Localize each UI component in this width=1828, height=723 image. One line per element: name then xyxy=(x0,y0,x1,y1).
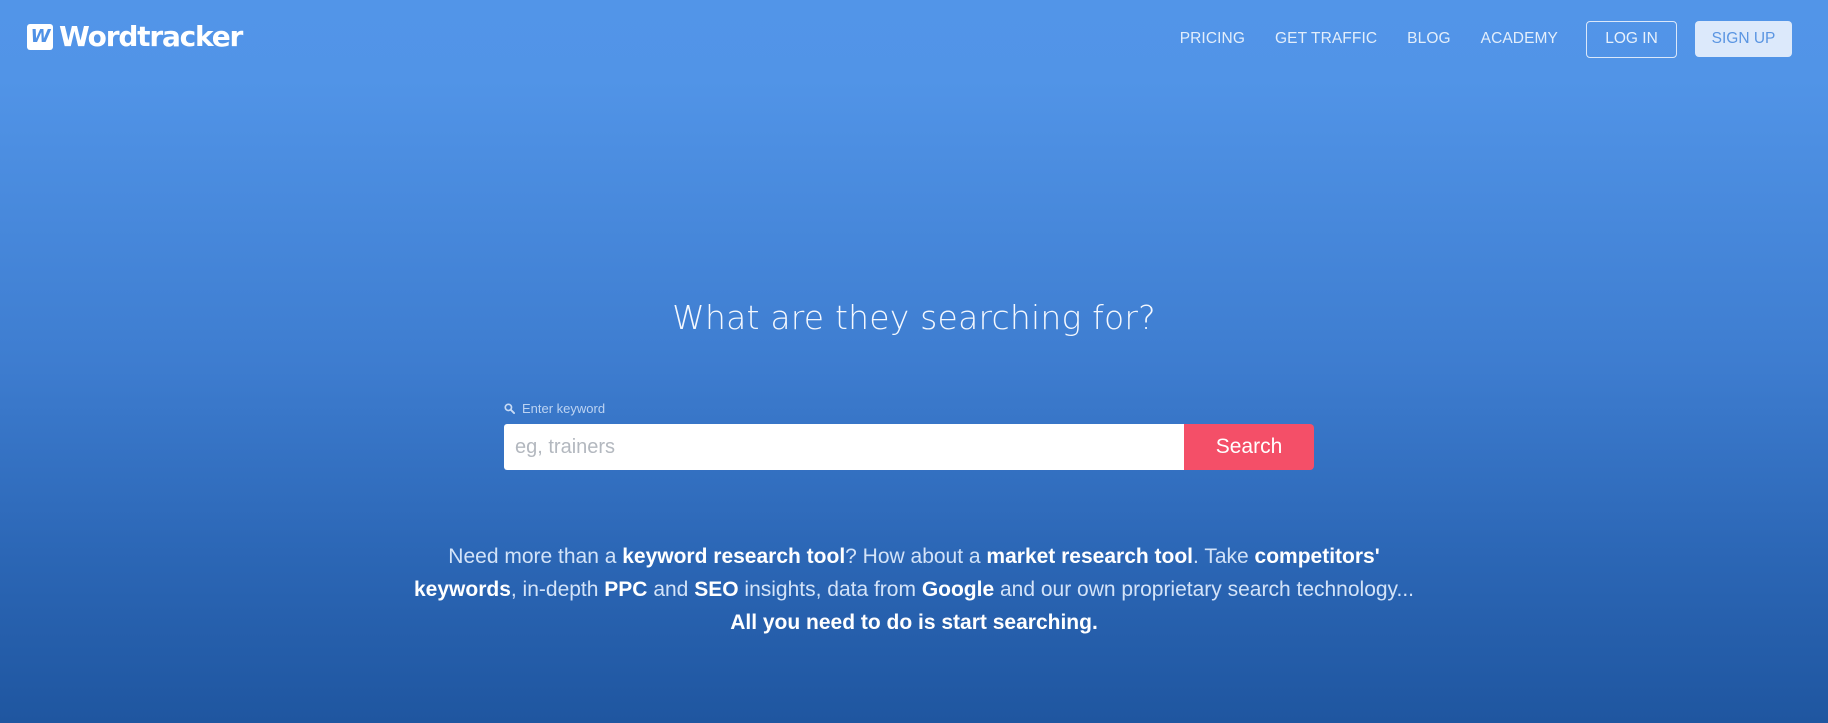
nav-pricing[interactable]: PRICING xyxy=(1180,20,1245,58)
search-label: Enter keyword xyxy=(504,401,605,416)
blurb-text: ? How about a xyxy=(845,545,987,568)
search-button[interactable]: Search xyxy=(1184,424,1314,470)
logo-letter: W xyxy=(30,26,51,47)
nav-blog[interactable]: BLOG xyxy=(1407,20,1450,58)
blurb-text: and xyxy=(647,578,695,601)
search-icon xyxy=(504,403,515,414)
main-nav: PRICING GET TRAFFIC BLOG ACADEMY LOG IN … xyxy=(1180,20,1792,58)
wordtracker-logo-icon: W xyxy=(27,24,53,50)
blurb-text: Need more than a xyxy=(448,545,623,568)
hero-blurb: Need more than a keyword research tool? … xyxy=(414,540,1414,639)
logo-text: Wordtracker xyxy=(59,20,243,53)
hero-title: What are they searching for? xyxy=(672,298,1156,337)
signup-button[interactable]: SIGN UP xyxy=(1695,21,1792,57)
blurb-text: and our own proprietary search technolog… xyxy=(994,578,1415,601)
blurb-emphasis: keyword research tool xyxy=(622,545,846,568)
blurb-emphasis: market research tool xyxy=(986,545,1194,568)
blurb-text: insights, data from xyxy=(738,578,922,601)
blurb-emphasis: SEO xyxy=(694,578,739,601)
keyword-input[interactable] xyxy=(504,424,1184,470)
nav-get-traffic[interactable]: GET TRAFFIC xyxy=(1275,20,1377,58)
nav-academy[interactable]: ACADEMY xyxy=(1481,20,1558,58)
login-button[interactable]: LOG IN xyxy=(1586,20,1677,58)
blurb-emphasis: PPC xyxy=(604,578,648,601)
blurb-emphasis: All you need to do is start searching. xyxy=(730,611,1098,634)
blurb-emphasis: Google xyxy=(921,578,995,601)
blurb-text: , in-depth xyxy=(510,578,605,601)
wordtracker-logo[interactable]: W Wordtracker xyxy=(27,20,243,53)
site-header: W Wordtracker PRICING GET TRAFFIC BLOG A… xyxy=(0,0,1828,78)
search-form: Search xyxy=(504,424,1314,470)
blurb-text: . Take xyxy=(1193,545,1255,568)
search-label-text: Enter keyword xyxy=(522,401,606,416)
